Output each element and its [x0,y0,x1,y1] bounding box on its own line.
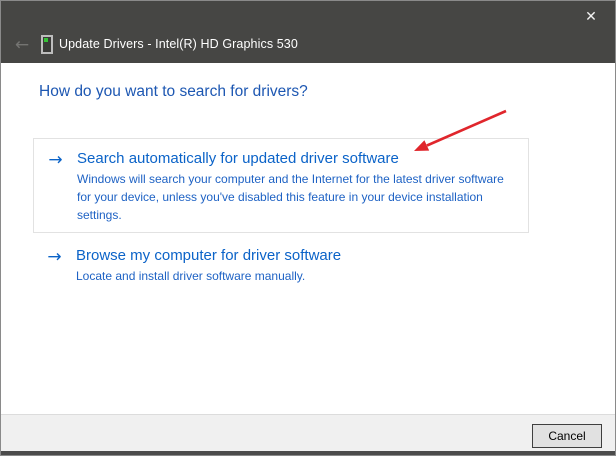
option-browse-computer[interactable]: → Browse my computer for driver software… [33,246,529,285]
window-title: Update Drivers - Intel(R) HD Graphics 53… [59,37,298,51]
option-browse-computer-description: Locate and install driver software manua… [76,267,515,285]
footer-bar: Cancel [1,414,615,453]
option-search-automatically-title[interactable]: Search automatically for updated driver … [77,149,514,169]
back-icon[interactable]: ← [10,34,34,56]
device-icon [41,35,53,54]
option-search-automatically-description: Windows will search your computer and th… [77,170,514,224]
page-title: How do you want to search for drivers? [39,83,308,101]
option-arrow-icon: → [33,246,76,285]
update-drivers-dialog: ✕ ← Update Drivers - Intel(R) HD Graphic… [0,0,616,456]
window-bottom-border [1,451,615,455]
option-arrow-icon: → [34,149,77,232]
device-icon-led [44,38,48,42]
option-browse-computer-title[interactable]: Browse my computer for driver software [76,246,515,266]
option-search-automatically[interactable]: → Search automatically for updated drive… [33,138,529,233]
wizard-body: How do you want to search for drivers? →… [1,63,615,414]
titlebar: ✕ ← Update Drivers - Intel(R) HD Graphic… [1,1,615,63]
close-icon[interactable]: ✕ [578,6,604,28]
cancel-button[interactable]: Cancel [532,424,602,448]
